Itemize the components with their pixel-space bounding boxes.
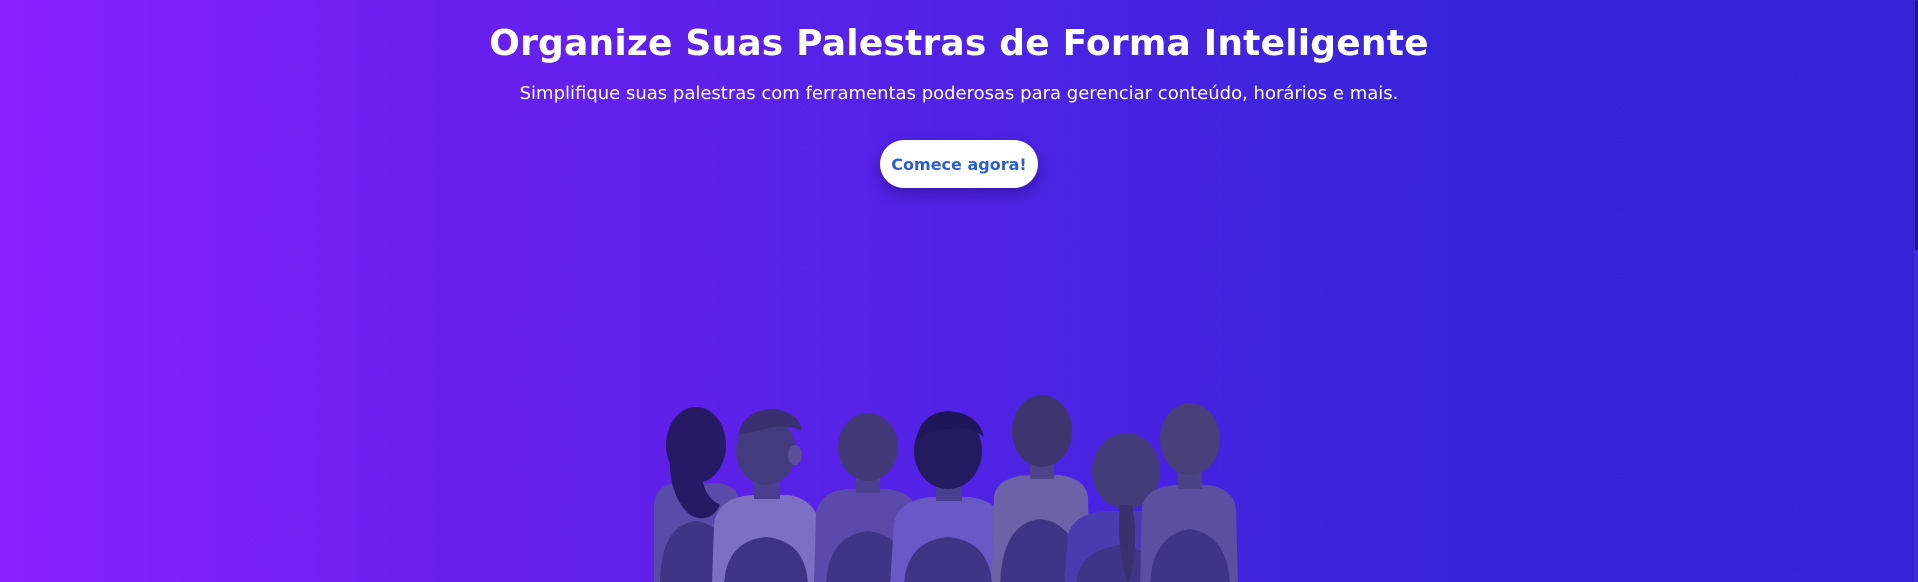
audience-person-7 (1140, 403, 1238, 582)
get-started-button[interactable]: Comece agora! (880, 140, 1038, 188)
audience-illustration (640, 395, 1280, 582)
page-scrollbar[interactable] (1914, 0, 1918, 582)
hero-title: Organize Suas Palestras de Forma Intelig… (489, 23, 1429, 64)
hero-subtitle: Simplifique suas palestras com ferrament… (519, 83, 1399, 104)
